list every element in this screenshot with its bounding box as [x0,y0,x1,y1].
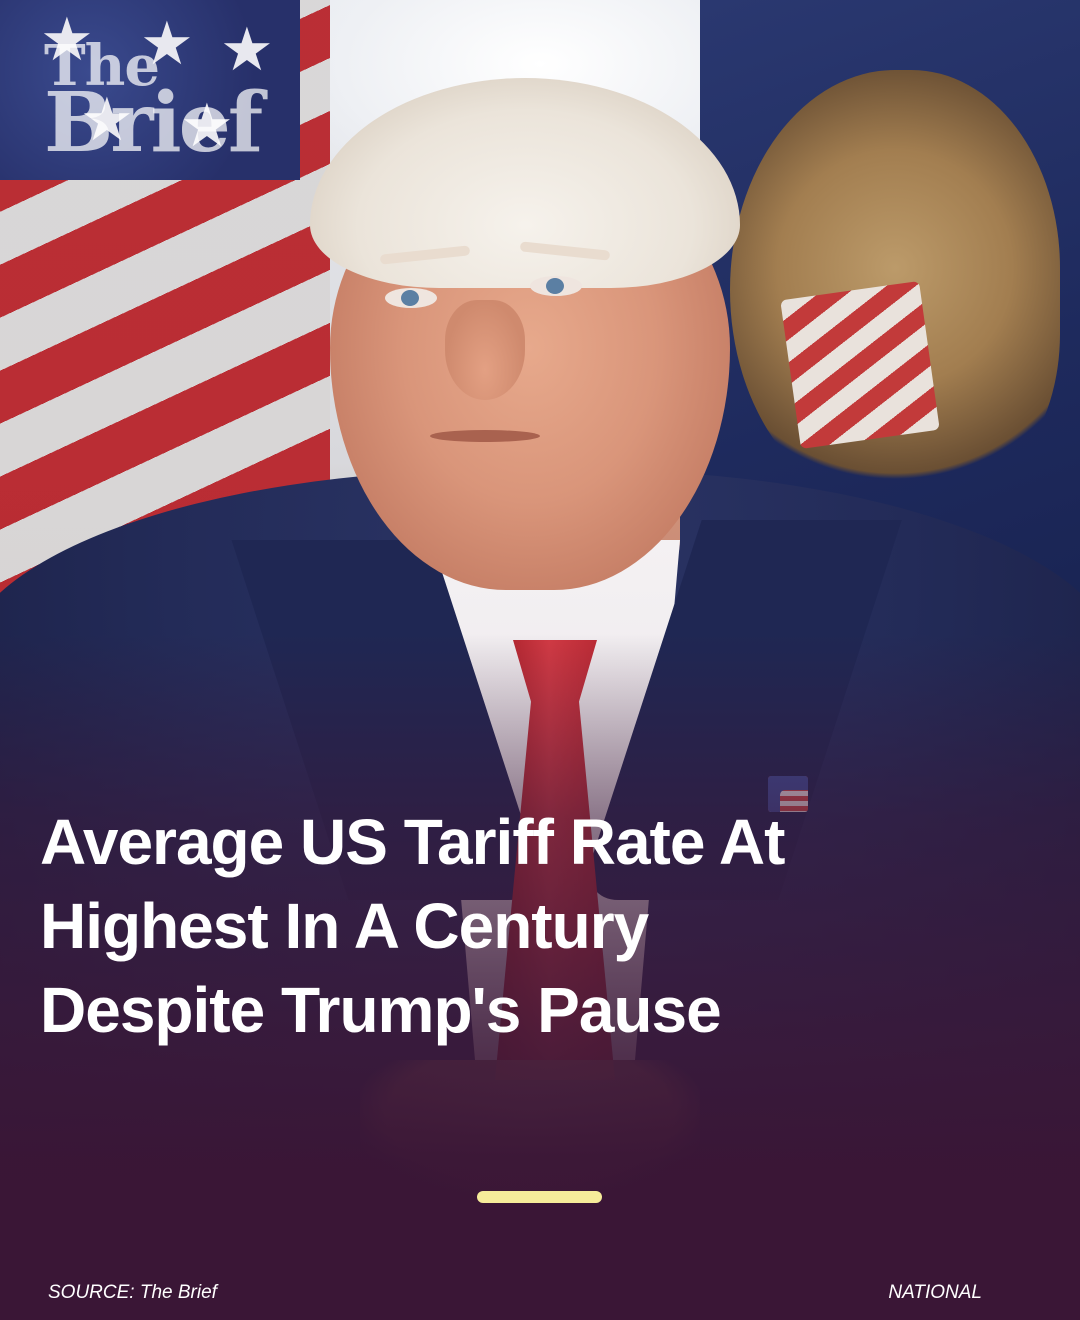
category-label: NATIONAL [888,1282,982,1303]
news-card: ★ ★ ★ ★ ★ The Brief Average US Tariff Ra… [0,0,1080,1320]
brand-logo: The Brief [44,38,263,171]
source-label: SOURCE: The Brief [48,1282,217,1303]
headline-line-2: Highest In A Century [40,890,649,962]
slide-indicator [477,1191,602,1203]
headline: Average US Tariff Rate At Highest In A C… [40,800,940,1052]
logo-line-brief: Brief [44,74,263,171]
headline-line-3: Despite Trump's Pause [40,974,722,1046]
headline-line-1: Average US Tariff Rate At [40,806,785,878]
gradient-overlay [0,0,1080,1320]
